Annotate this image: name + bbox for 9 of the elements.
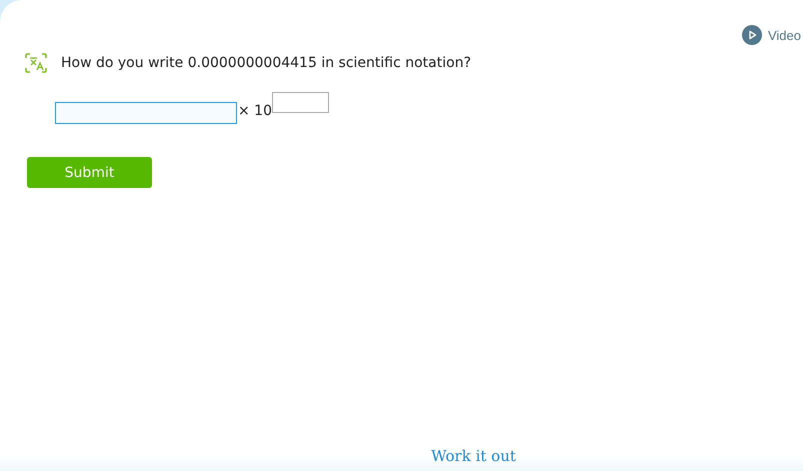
video-link[interactable]: Video <box>742 24 801 46</box>
exponent-field[interactable] <box>272 92 329 113</box>
play-icon <box>742 25 762 45</box>
times-ten-label: × 10 <box>238 103 272 119</box>
translate-icon[interactable] <box>25 53 47 73</box>
question-text: How do you write 0.0000000004415 in scientific notation? <box>61 55 471 71</box>
work-it-out-link[interactable]: Work it out <box>431 447 516 471</box>
coefficient-field[interactable] <box>55 102 237 124</box>
submit-button[interactable]: Submit <box>27 157 152 188</box>
